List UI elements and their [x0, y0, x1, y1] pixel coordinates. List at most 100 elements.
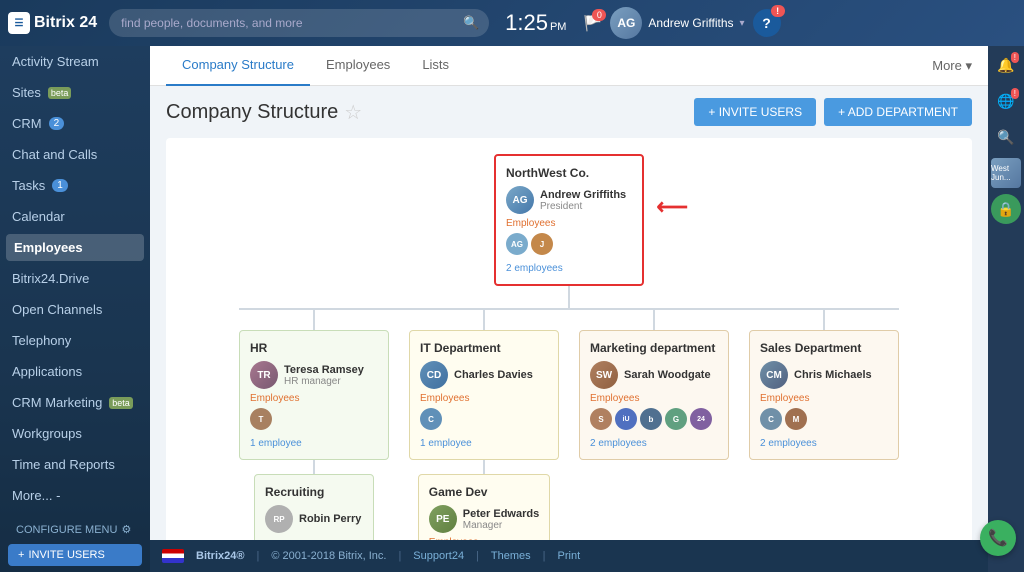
branch-hr: HR TR Teresa Ramsey HR manager Employees	[239, 310, 389, 540]
org-tree: NorthWest Co. AG Andrew Griffiths Presid…	[182, 154, 956, 540]
sidebar-invite-button[interactable]: + INVITE USERS	[8, 544, 142, 566]
it-employees-link[interactable]: 1 employee	[420, 438, 472, 449]
org-node-hr[interactable]: HR TR Teresa Ramsey HR manager Employees	[239, 330, 389, 460]
hr-dept-name: HR	[250, 341, 378, 355]
org-node-gamedev[interactable]: Game Dev PE Peter Edwards Manager Employ…	[418, 474, 550, 540]
page-header: Company Structure ☆ + INVITE USERS + ADD…	[166, 98, 972, 126]
hr-employees-label: Employees	[250, 393, 378, 404]
it-person-name: Charles Davies	[454, 369, 533, 381]
root-avatar: AG	[506, 186, 534, 214]
sidebar-item-employees[interactable]: Employees	[6, 234, 144, 261]
org-node-root[interactable]: NorthWest Co. AG Andrew Griffiths Presid…	[494, 154, 644, 286]
topbar: ☰ Bitrix 24 🔍 1:25PM 🏳️ 0 AG Andrew Grif…	[0, 0, 1024, 46]
sidebar-item-sites[interactable]: Sitesbeta	[0, 77, 150, 108]
tab-more[interactable]: More ▾	[932, 58, 972, 74]
sales-connector-v	[823, 310, 825, 330]
footer-brand: Bitrix24®	[196, 550, 244, 562]
tab-company-structure[interactable]: Company Structure	[166, 46, 310, 86]
hr-person-role: HR manager	[284, 376, 364, 387]
sidebar-item-calendar[interactable]: Calendar	[0, 201, 150, 232]
sales-person-name: Chris Michaels	[794, 369, 872, 381]
add-department-button[interactable]: + ADD DEPARTMENT	[824, 98, 972, 126]
marketing-dept-name: Marketing department	[590, 341, 718, 355]
language-flag[interactable]	[162, 549, 184, 563]
marketing-connector-v	[653, 310, 655, 330]
marketing-employees-link[interactable]: 2 employees	[590, 438, 647, 449]
gamedev-connector-v	[483, 460, 485, 474]
footer-support-link[interactable]: Support24	[413, 550, 464, 562]
org-node-it[interactable]: IT Department CD Charles Davies Employee…	[409, 330, 559, 460]
recruiting-connector-v	[313, 460, 315, 474]
hr-person-name: Teresa Ramsey	[284, 364, 364, 376]
m-av-3: b	[640, 408, 662, 430]
sidebar-item-applications[interactable]: Applications	[0, 356, 150, 387]
sales-person: CM Chris Michaels	[760, 361, 888, 389]
marketing-person: SW Sarah Woodgate	[590, 361, 718, 389]
root-employees-link[interactable]: 2 employees	[506, 263, 563, 274]
org-node-sales[interactable]: Sales Department CM Chris Michaels Emplo…	[749, 330, 899, 460]
sidebar-item-crm[interactable]: CRM2	[0, 108, 150, 139]
sidebar-item-tasks[interactable]: Tasks1	[0, 170, 150, 201]
logo-icon: ☰	[8, 12, 30, 34]
sidebar-item-telephony[interactable]: Telephony	[0, 325, 150, 356]
it-mini-avatar-1: C	[420, 408, 442, 430]
recruiting-person: RP Robin Perry	[265, 505, 363, 533]
sidebar-item-crmmarketing[interactable]: CRM Marketingbeta	[0, 387, 150, 418]
user-dropdown-icon: ▾	[740, 18, 745, 29]
sidebar-item-timereports[interactable]: Time and Reports	[0, 449, 150, 480]
recruiting-person-name: Robin Perry	[299, 513, 361, 525]
right-search-icon[interactable]: 🔍	[991, 122, 1021, 152]
avatar: AG	[610, 7, 642, 39]
help-button[interactable]: ? !	[753, 9, 781, 37]
invite-users-button[interactable]: + INVITE USERS	[694, 98, 816, 126]
marketing-avatars: S iU b G 24	[590, 408, 718, 430]
app-name: Bitrix 24	[34, 14, 97, 32]
favorite-star-icon[interactable]: ☆	[344, 100, 362, 125]
app-logo[interactable]: ☰ Bitrix 24	[8, 12, 97, 34]
search-input[interactable]	[109, 9, 489, 37]
root-avatars: AG J	[506, 233, 632, 255]
sales-dept-name: Sales Department	[760, 341, 888, 355]
search-bar: 🔍	[109, 9, 489, 37]
content-area: Company Structure Employees Lists More ▾…	[150, 46, 988, 572]
sales-employees-link[interactable]: 2 employees	[760, 438, 817, 449]
gamedev-dept-name: Game Dev	[429, 485, 539, 499]
root-person: AG Andrew Griffiths President	[506, 186, 632, 214]
gamedev-person-name: Peter Edwards	[463, 508, 539, 520]
configure-menu[interactable]: CONFIGURE MENU ⚙	[8, 519, 142, 540]
it-dept-name: IT Department	[420, 341, 548, 355]
sidebar-item-drive[interactable]: Bitrix24.Drive	[0, 263, 150, 294]
hr-employees-link[interactable]: 1 employee	[250, 438, 302, 449]
dept-level: HR TR Teresa Ramsey HR manager Employees	[219, 310, 919, 540]
right-globe-icon[interactable]: 🌐!	[991, 86, 1021, 116]
sidebar-item-activity[interactable]: Activity Stream	[0, 46, 150, 77]
phone-fab-button[interactable]: 📞	[980, 520, 1016, 556]
page-content: Company Structure ☆ + INVITE USERS + ADD…	[150, 86, 988, 540]
notifications-icon[interactable]: 🏳️ 0	[582, 13, 602, 33]
it-connector-v	[483, 310, 485, 330]
sales-avatars: C M	[760, 408, 888, 430]
clock-display: 1:25PM	[505, 10, 566, 36]
marketing-avatar: SW	[590, 361, 618, 389]
tab-employees[interactable]: Employees	[310, 46, 406, 86]
hr-person: TR Teresa Ramsey HR manager	[250, 361, 378, 389]
root-mini-avatar-1: AG	[506, 233, 528, 255]
org-node-recruiting[interactable]: Recruiting RP Robin Perry	[254, 474, 374, 540]
recruiting-avatar: RP	[265, 505, 293, 533]
sidebar-item-openchannels[interactable]: Open Channels	[0, 294, 150, 325]
page-actions: + INVITE USERS + ADD DEPARTMENT	[694, 98, 972, 126]
sidebar-item-more[interactable]: More... -	[0, 480, 150, 511]
right-notifications-icon[interactable]: 🔔!	[991, 50, 1021, 80]
user-menu[interactable]: AG Andrew Griffiths ▾	[610, 7, 744, 39]
right-lock-icon[interactable]: 🔒	[991, 194, 1021, 224]
marketing-employees-label: Employees	[590, 393, 718, 404]
footer-themes-link[interactable]: Themes	[491, 550, 531, 562]
s-av-1: C	[760, 408, 782, 430]
sidebar-item-workgroups[interactable]: Workgroups	[0, 418, 150, 449]
footer-print-link[interactable]: Print	[558, 550, 581, 562]
sales-avatar: CM	[760, 361, 788, 389]
marketing-person-name: Sarah Woodgate	[624, 369, 711, 381]
org-node-marketing[interactable]: Marketing department SW Sarah Woodgate E…	[579, 330, 729, 460]
tab-lists[interactable]: Lists	[406, 46, 465, 86]
sidebar-item-chat[interactable]: Chat and Calls	[0, 139, 150, 170]
